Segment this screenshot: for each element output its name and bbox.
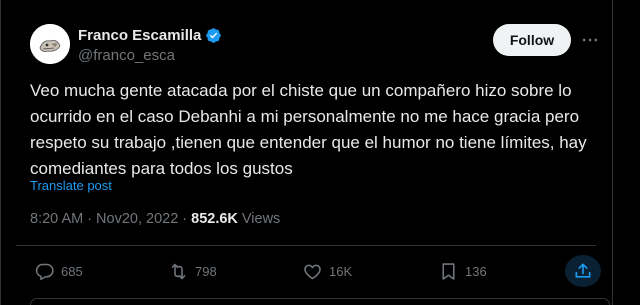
avatar[interactable] xyxy=(30,24,70,64)
views-label: Views xyxy=(241,211,281,227)
name-row: Franco Escamilla xyxy=(78,27,222,44)
like-button[interactable]: 16K xyxy=(302,255,352,287)
tweet-card: Franco Escamilla @franco_esca Follow Veo… xyxy=(0,0,640,305)
post-time[interactable]: 8:20 AM xyxy=(30,211,83,227)
more-icon[interactable] xyxy=(578,28,602,52)
bookmark-icon xyxy=(442,262,455,280)
views-count: 852.6K xyxy=(191,211,238,227)
display-name[interactable]: Franco Escamilla xyxy=(78,27,201,44)
follow-button[interactable]: Follow xyxy=(493,24,571,56)
post-meta: 8:20 AM · Nov20, 2022 · 852.6K Views xyxy=(30,211,280,227)
post-text: Veo mucha gente atacada por el chiste qu… xyxy=(30,81,587,178)
bookmark-button[interactable]: 136 xyxy=(438,255,487,287)
tweet-header: Franco Escamilla @franco_esca Follow xyxy=(30,24,605,66)
repost-button[interactable]: 798 xyxy=(168,255,217,287)
like-count: 16K xyxy=(329,263,353,279)
verified-icon xyxy=(205,27,222,44)
post-date[interactable]: Nov20, 2022 xyxy=(96,211,178,227)
repost-count: 798 xyxy=(195,263,217,279)
reply-composer-edge xyxy=(30,298,610,305)
translate-post-link[interactable]: Translate post xyxy=(30,178,112,193)
separator-dot: · xyxy=(87,211,93,227)
repost-icon xyxy=(171,263,186,279)
separator-dot: · xyxy=(182,211,188,227)
divider xyxy=(16,245,596,246)
author-handle[interactable]: @franco_esca xyxy=(78,47,175,64)
share-button[interactable] xyxy=(565,255,601,287)
reply-icon xyxy=(35,263,54,280)
action-bar: 685 798 16K 136 xyxy=(30,255,610,287)
reply-count: 685 xyxy=(61,263,83,279)
divider-right xyxy=(612,0,613,305)
divider-left xyxy=(0,0,1,305)
like-icon xyxy=(304,264,321,279)
bookmark-count: 136 xyxy=(465,263,487,279)
reply-button[interactable]: 685 xyxy=(34,255,83,287)
share-icon xyxy=(575,263,591,278)
